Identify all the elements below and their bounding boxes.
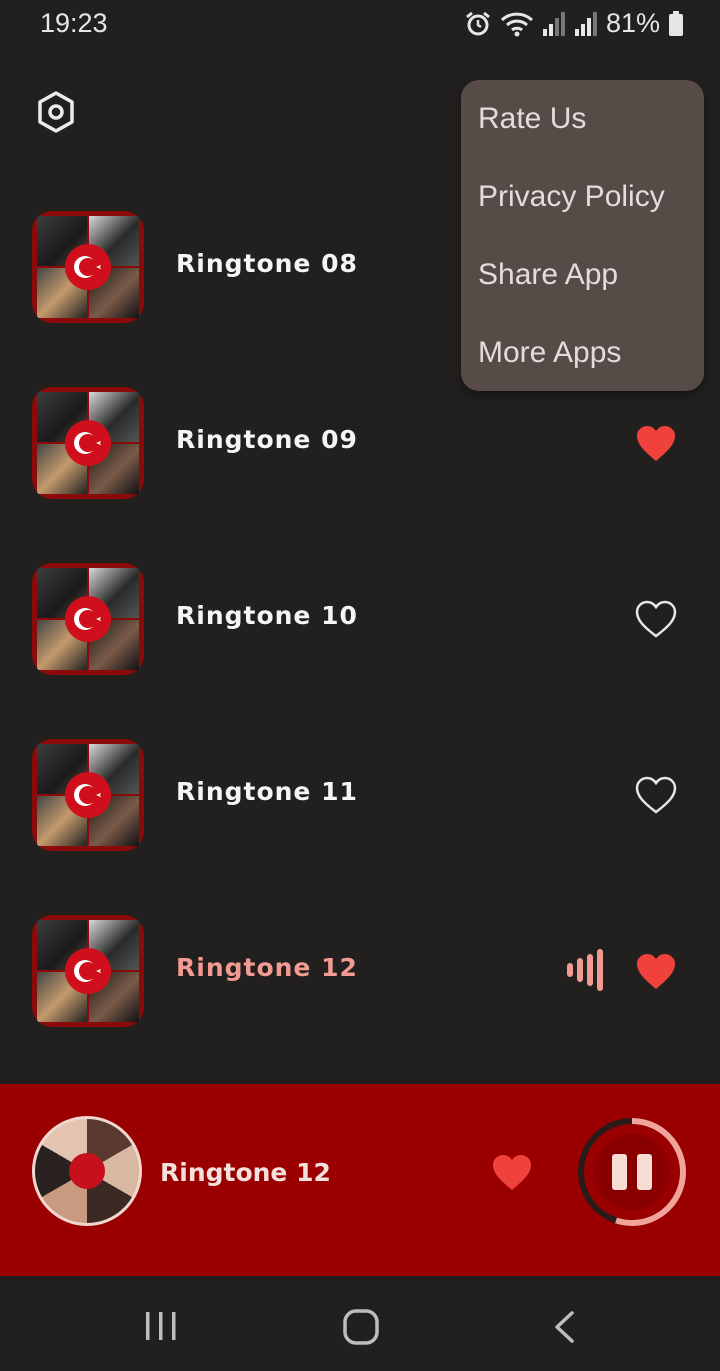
ringtone-thumbnail — [32, 915, 144, 1027]
equalizer-bars-icon — [567, 949, 603, 991]
ringtone-title: Ringtone 12 — [176, 953, 358, 982]
menu-item-rate-us[interactable]: Rate Us — [478, 102, 586, 136]
ringtone-thumbnail — [32, 387, 144, 499]
status-icons: 81% — [464, 8, 684, 39]
list-item[interactable]: Ringtone 12 — [0, 915, 720, 1035]
alarm-icon — [466, 11, 490, 35]
wifi-icon — [500, 12, 533, 36]
battery-icon — [669, 10, 683, 36]
ringtone-thumbnail — [32, 563, 144, 675]
list-item[interactable]: Ringtone 10 — [0, 563, 720, 683]
pause-button[interactable] — [576, 1116, 688, 1228]
now-playing-bar[interactable]: Ringtone 12 — [0, 1084, 720, 1276]
system-nav-bar — [0, 1276, 720, 1371]
turkish-flag-icon — [65, 244, 111, 290]
list-item[interactable]: Ringtone 11 — [0, 739, 720, 859]
hexagon-gear-icon[interactable] — [34, 90, 78, 134]
menu-item-privacy-policy[interactable]: Privacy Policy — [478, 180, 665, 214]
status-bar: 19:23 81% — [0, 0, 720, 50]
ringtone-title: Ringtone 10 — [176, 601, 358, 630]
ringtone-title: Ringtone 09 — [176, 425, 358, 454]
ringtone-title: Ringtone 08 — [176, 249, 358, 278]
signal-icon-2 — [574, 11, 597, 36]
turkish-flag-icon — [65, 772, 111, 818]
ringtone-thumbnail — [32, 211, 144, 323]
now-playing-title: Ringtone 12 — [160, 1158, 331, 1187]
ringtone-thumbnail — [32, 739, 144, 851]
menu-item-more-apps[interactable]: More Apps — [478, 336, 621, 370]
heart-icon[interactable] — [634, 951, 678, 991]
home-icon[interactable] — [342, 1308, 380, 1346]
ringtone-title: Ringtone 11 — [176, 777, 358, 806]
turkish-flag-icon — [69, 1153, 105, 1189]
turkish-flag-icon — [65, 948, 111, 994]
battery-percent: 81% — [605, 8, 660, 38]
turkish-flag-icon — [65, 596, 111, 642]
turkish-flag-icon — [65, 420, 111, 466]
back-icon[interactable] — [552, 1310, 576, 1344]
heart-outline-icon[interactable] — [634, 775, 678, 815]
list-item[interactable]: Ringtone 09 — [0, 387, 720, 507]
status-time: 19:23 — [40, 8, 108, 38]
menu-item-share-app[interactable]: Share App — [478, 258, 618, 292]
now-playing-artwork — [32, 1116, 142, 1226]
heart-icon[interactable] — [634, 423, 678, 463]
overflow-menu: Rate Us Privacy Policy Share App More Ap… — [461, 80, 704, 391]
heart-icon[interactable] — [490, 1152, 534, 1192]
recents-icon[interactable] — [144, 1310, 178, 1342]
heart-outline-icon[interactable] — [634, 599, 678, 639]
signal-icon — [542, 11, 565, 36]
